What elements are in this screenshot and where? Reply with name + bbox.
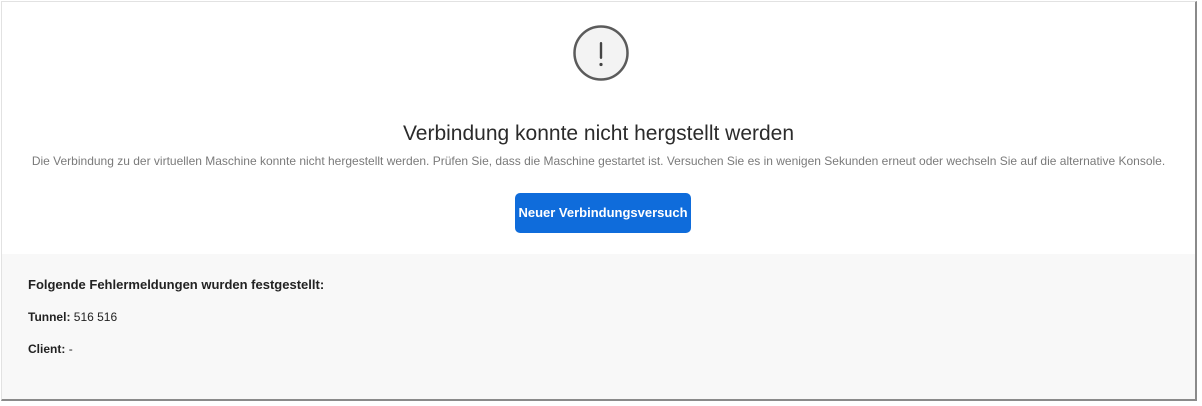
- client-value: -: [68, 342, 73, 356]
- retry-connection-button[interactable]: Neuer Verbindungsversuch: [515, 193, 691, 233]
- connection-error-panel: Verbindung konnte nicht hergstellt werde…: [1, 1, 1197, 401]
- client-label: Client:: [28, 342, 66, 356]
- tunnel-label: Tunnel:: [28, 310, 71, 324]
- exclamation-circle-icon: [573, 25, 629, 81]
- tunnel-value: 516 516: [73, 310, 118, 324]
- error-summary-section: Verbindung konnte nicht hergstellt werde…: [2, 2, 1195, 254]
- client-error-line: Client: -: [28, 341, 73, 357]
- tunnel-error-line: Tunnel: 516 516: [28, 309, 117, 325]
- error-details-heading: Folgende Fehlermeldungen wurden festgest…: [28, 277, 325, 292]
- error-title: Verbindung konnte nicht hergstellt werde…: [402, 122, 795, 145]
- error-description: Die Verbindung zu der virtuellen Maschin…: [31, 154, 1166, 168]
